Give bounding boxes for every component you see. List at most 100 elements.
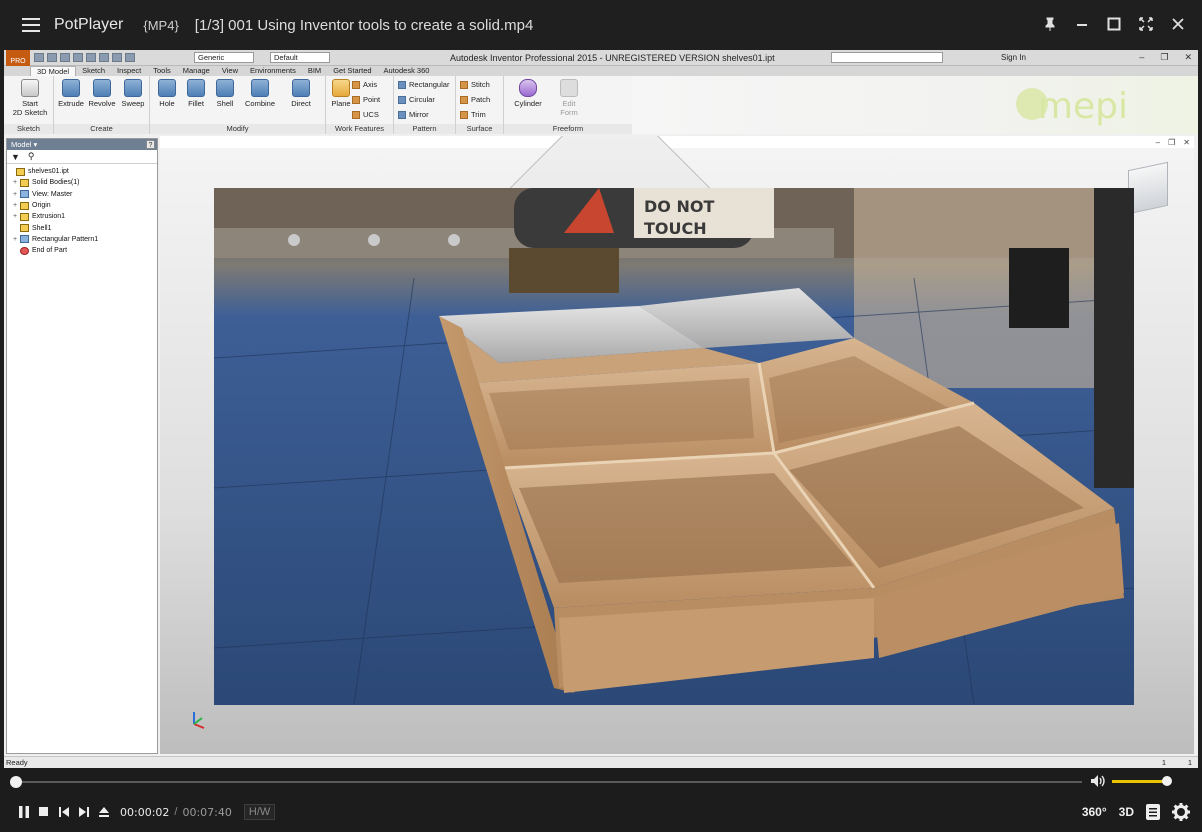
undo-icon[interactable] <box>73 53 83 62</box>
stitch-button[interactable]: Stitch <box>460 80 490 89</box>
pause-icon[interactable] <box>14 804 34 820</box>
new-icon[interactable] <box>34 53 44 62</box>
tree-item[interactable]: + Rectangular Pattern1 <box>9 234 157 245</box>
revolve-button[interactable]: Revolve <box>87 78 117 108</box>
volume-handle[interactable] <box>1162 776 1173 786</box>
tab-3d-model[interactable]: 3D Model <box>30 66 77 76</box>
tab-bim[interactable]: BIM <box>302 66 327 76</box>
tab-autodesk-360[interactable]: Autodesk 360 <box>378 66 436 76</box>
fillet-button[interactable]: Fillet <box>181 78 211 108</box>
find-icon[interactable]: ⚲ <box>28 151 35 162</box>
eject-icon[interactable] <box>94 804 114 820</box>
hw-acceleration-button[interactable]: H/W <box>243 804 276 820</box>
group-label-pattern: Pattern <box>394 124 455 134</box>
maximize-icon[interactable] <box>1104 14 1124 34</box>
tab-sketch[interactable]: Sketch <box>76 66 111 76</box>
update-icon[interactable] <box>112 53 122 62</box>
graphics-viewport[interactable]: – ❐ ✕ DO NOT TOUCH <box>160 136 1194 754</box>
inventor-close-icon[interactable]: ✕ <box>1184 52 1192 63</box>
viewport-close-icon[interactable]: ✕ <box>1183 138 1190 147</box>
seek-track[interactable] <box>10 781 1082 783</box>
minimize-icon[interactable] <box>1072 14 1092 34</box>
tab-view[interactable]: View <box>216 66 244 76</box>
inventor-restore-icon[interactable]: ❐ <box>1160 52 1168 63</box>
cylinder-icon <box>519 79 537 97</box>
tree-item[interactable]: Shell1 <box>9 222 157 233</box>
axis-button[interactable]: Axis <box>352 80 377 89</box>
seek-handle[interactable] <box>10 776 22 788</box>
pin-icon[interactable] <box>1040 14 1060 34</box>
settings-gear-icon[interactable] <box>1172 802 1190 822</box>
inventor-minimize-icon[interactable]: – <box>1139 52 1144 63</box>
tab-environments[interactable]: Environments <box>244 66 302 76</box>
sweep-button[interactable]: Sweep <box>118 78 148 108</box>
fullscreen-icon[interactable] <box>1136 14 1156 34</box>
folder-icon <box>20 201 29 210</box>
vr-360-button[interactable]: 360° <box>1082 802 1107 822</box>
ucs-icon <box>352 110 360 119</box>
combine-button[interactable]: Combine <box>242 78 278 108</box>
tab-get-started[interactable]: Get Started <box>327 66 377 76</box>
viewport-minimize-icon[interactable]: – <box>1156 138 1160 147</box>
save-icon[interactable] <box>60 53 70 62</box>
tree-item[interactable]: End of Part <box>9 245 157 256</box>
tree-item[interactable]: + Solid Bodies(1) <box>9 177 157 188</box>
open-icon[interactable] <box>47 53 57 62</box>
ucs-button[interactable]: UCS <box>352 110 379 119</box>
plane-icon <box>332 79 350 97</box>
tab-inspect[interactable]: Inspect <box>111 66 147 76</box>
previous-icon[interactable] <box>54 804 74 820</box>
point-button[interactable]: Point <box>352 95 380 104</box>
file-title: [1/3] 001 Using Inventor tools to create… <box>194 16 534 34</box>
hole-icon <box>158 79 176 97</box>
start-2d-sketch-button[interactable]: Start 2D Sketch <box>12 78 48 117</box>
shell-button[interactable]: Shell <box>210 78 240 108</box>
tab-tools[interactable]: Tools <box>147 66 177 76</box>
playlist-icon[interactable] <box>1146 802 1160 822</box>
circular-button[interactable]: Circular <box>398 95 435 104</box>
ribbon-group-surface: Stitch Patch Trim Surface <box>456 76 504 134</box>
extrude-button[interactable]: Extrude <box>56 78 86 108</box>
tree-item[interactable]: + Extrusion1 <box>9 211 157 222</box>
sign-in-link[interactable]: Sign In <box>1001 53 1026 62</box>
tab-manage[interactable]: Manage <box>177 66 216 76</box>
select-icon[interactable] <box>125 53 135 62</box>
appearance-select[interactable]: Default <box>270 52 330 63</box>
home-icon[interactable] <box>99 53 109 62</box>
volume-icon[interactable] <box>1090 774 1106 788</box>
trim-button[interactable]: Trim <box>460 110 486 119</box>
stitch-label: Stitch <box>471 80 490 89</box>
edit-form-button[interactable]: Edit Form <box>554 78 584 117</box>
mirror-button[interactable]: Mirror <box>398 110 429 119</box>
form-label: Form <box>560 108 578 117</box>
3d-mode-button[interactable]: 3D <box>1119 802 1134 822</box>
tree-item-label: Extrusion1 <box>32 213 66 221</box>
tree-item-label: shelves01.ipt <box>28 168 69 176</box>
redo-icon[interactable] <box>86 53 96 62</box>
patch-button[interactable]: Patch <box>460 95 490 104</box>
tree-item[interactable]: + Origin <box>9 200 157 211</box>
stop-icon[interactable] <box>34 804 54 820</box>
viewport-restore-icon[interactable]: ❐ <box>1168 138 1175 147</box>
total-duration: 00:07:40 <box>182 805 232 819</box>
printer-video-frame: DO NOT TOUCH <box>214 188 1134 705</box>
direct-button[interactable]: Direct <box>286 78 316 108</box>
hole-button[interactable]: Hole <box>152 78 182 108</box>
rectangular-button[interactable]: Rectangular <box>398 80 449 89</box>
seek-bar[interactable] <box>10 776 1082 788</box>
material-select[interactable]: Generic <box>194 52 254 63</box>
next-icon[interactable] <box>74 804 94 820</box>
end-of-part-icon <box>20 246 29 255</box>
browser-header[interactable]: Model ▾ ? <box>7 139 157 150</box>
mirror-icon <box>398 110 406 119</box>
viewcube-icon[interactable] <box>1128 161 1168 215</box>
tree-item[interactable]: shelves01.ipt <box>9 166 157 177</box>
filter-icon[interactable]: ▼ <box>11 152 20 162</box>
tree-item[interactable]: + View: Master <box>9 189 157 200</box>
close-icon[interactable] <box>1168 14 1188 34</box>
help-icon[interactable]: ? <box>146 140 155 149</box>
menu-icon[interactable] <box>22 18 40 32</box>
cylinder-button[interactable]: Cylinder <box>508 78 548 108</box>
help-search-input[interactable] <box>831 52 943 63</box>
direct-label: Direct <box>291 99 311 108</box>
